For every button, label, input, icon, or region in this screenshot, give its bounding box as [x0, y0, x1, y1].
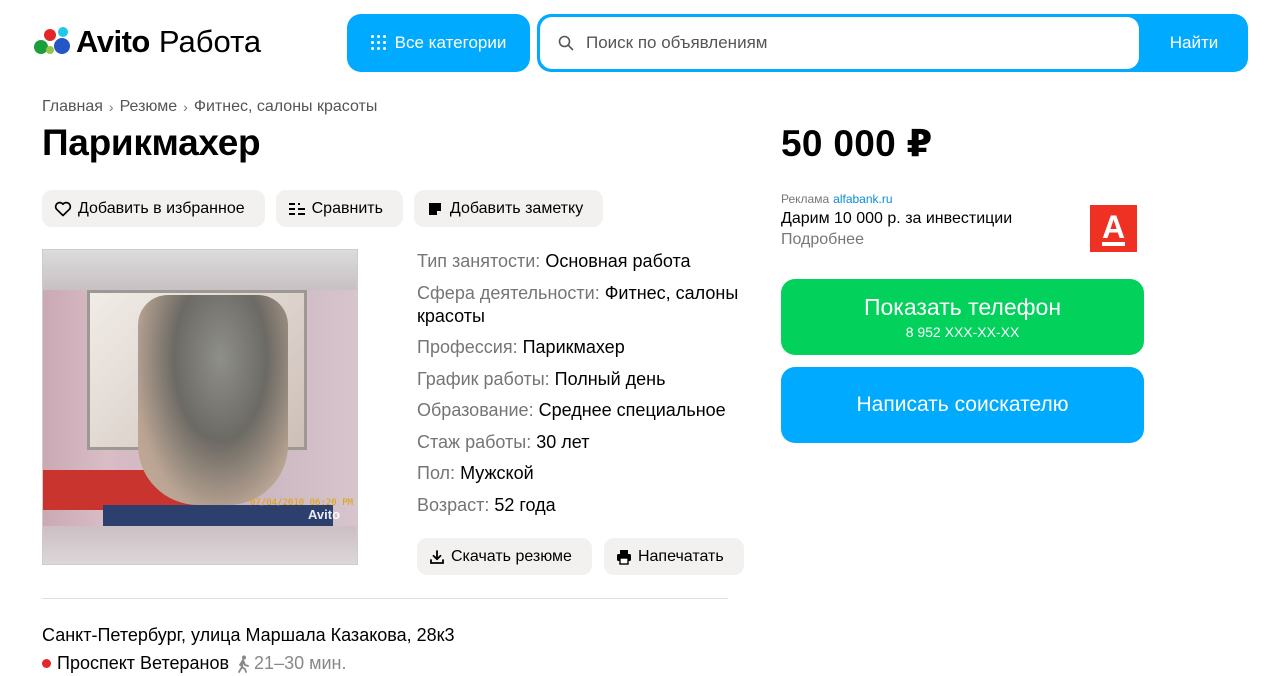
breadcrumb-category[interactable]: Фитнес, салоны красоты: [194, 98, 378, 116]
detail-sphere: Сфера деятельности: Фитнес, салоны красо…: [417, 282, 739, 326]
detail-education: Образование: Среднее специальное: [417, 400, 726, 420]
ad-label-text: Реклама: [781, 192, 830, 206]
download-resume-label: Скачать резюме: [451, 547, 572, 565]
avito-watermark: Avito: [308, 507, 341, 522]
ad-domain-link[interactable]: alfabank.ru: [833, 192, 892, 206]
search-bar: Найти: [537, 14, 1248, 72]
search-input[interactable]: [586, 33, 1106, 53]
compare-icon: [288, 202, 305, 215]
compare-button[interactable]: Сравнить: [275, 190, 403, 227]
breadcrumb-home[interactable]: Главная: [42, 98, 103, 116]
detail-employment-type: Тип занятости: Основная работа: [417, 251, 691, 271]
alfabank-logo-letter: А: [1101, 208, 1126, 246]
add-to-favorites-button[interactable]: Добавить в избранное: [42, 190, 265, 227]
listing-actions: Добавить в избранное Сравнить Добавить з…: [42, 190, 604, 227]
metro-line-icon: [42, 659, 51, 668]
resume-actions: Скачать резюме Напечатать: [417, 538, 744, 575]
walk-time: 21–30 мин.: [233, 653, 346, 674]
chevron-right-icon: ›: [183, 99, 188, 115]
write-to-applicant-button[interactable]: Написать соискателю: [781, 367, 1144, 443]
print-label: Напечатать: [637, 547, 724, 565]
masked-phone: 8 952 XXX-XX-XX: [905, 324, 1020, 340]
print-button[interactable]: Напечатать: [603, 538, 744, 575]
detail-gender: Пол: Мужской: [417, 463, 534, 483]
logo-section: Работа: [158, 24, 262, 59]
metro-name: Проспект Ветеранов: [57, 653, 230, 673]
search-icon: [558, 35, 574, 51]
add-note-label: Добавить заметку: [449, 199, 584, 217]
search-field[interactable]: [540, 17, 1139, 69]
detail-experience: Стаж работы: 30 лет: [417, 431, 590, 452]
show-phone-label: Показать телефон: [863, 294, 1062, 320]
download-resume-button[interactable]: Скачать резюме: [417, 538, 592, 575]
search-button[interactable]: Найти: [1140, 14, 1248, 72]
metro-station: Проспект Ветеранов 21–30 мин.: [42, 653, 346, 674]
ad-more-link[interactable]: Подробнее: [781, 231, 864, 249]
note-icon: [428, 202, 441, 215]
address: Санкт-Петербург, улица Маршала Казакова,…: [42, 625, 455, 645]
avito-logo-icon: [32, 24, 76, 60]
alfabank-logo[interactable]: А: [1090, 205, 1137, 252]
all-categories-button[interactable]: Все категории: [347, 14, 530, 72]
divider: [42, 598, 728, 599]
breadcrumb: Главная › Резюме › Фитнес, салоны красот…: [42, 98, 377, 116]
grid-icon: [370, 35, 387, 51]
detail-age: Возраст: 52 года: [417, 494, 556, 515]
all-categories-label: Все категории: [394, 33, 507, 52]
add-to-favorites-label: Добавить в избранное: [78, 199, 245, 217]
price: 50 000 ₽: [781, 123, 933, 164]
ad-label: Реклама alfabank.ru: [781, 192, 893, 206]
download-icon: [430, 549, 444, 564]
breadcrumb-resume[interactable]: Резюме: [120, 98, 178, 116]
add-note-button[interactable]: Добавить заметку: [413, 190, 604, 227]
walking-icon: [238, 655, 249, 673]
detail-schedule: График работы: Полный день: [417, 368, 666, 389]
resume-details: Тип занятости: Основная работа Сфера дея…: [417, 250, 757, 525]
page-title: Парикмахер: [42, 122, 261, 163]
avito-logo[interactable]: Avito Работа: [32, 22, 261, 62]
show-phone-button[interactable]: Показать телефон 8 952 XXX-XX-XX: [781, 279, 1144, 355]
printer-icon: [616, 549, 631, 565]
detail-profession: Профессия: Парикмахер: [417, 337, 625, 357]
chevron-right-icon: ›: [108, 99, 114, 115]
resume-photo[interactable]: 07/04/2010 06:20 PM Avito: [42, 249, 358, 565]
logo-brand: Avito: [76, 24, 150, 59]
ad-text[interactable]: Дарим 10 000 р. за инвестиции: [781, 210, 1012, 228]
heart-icon: [54, 201, 72, 216]
walk-time-label: 21–30 мин.: [254, 653, 347, 673]
compare-label: Сравнить: [311, 199, 383, 217]
